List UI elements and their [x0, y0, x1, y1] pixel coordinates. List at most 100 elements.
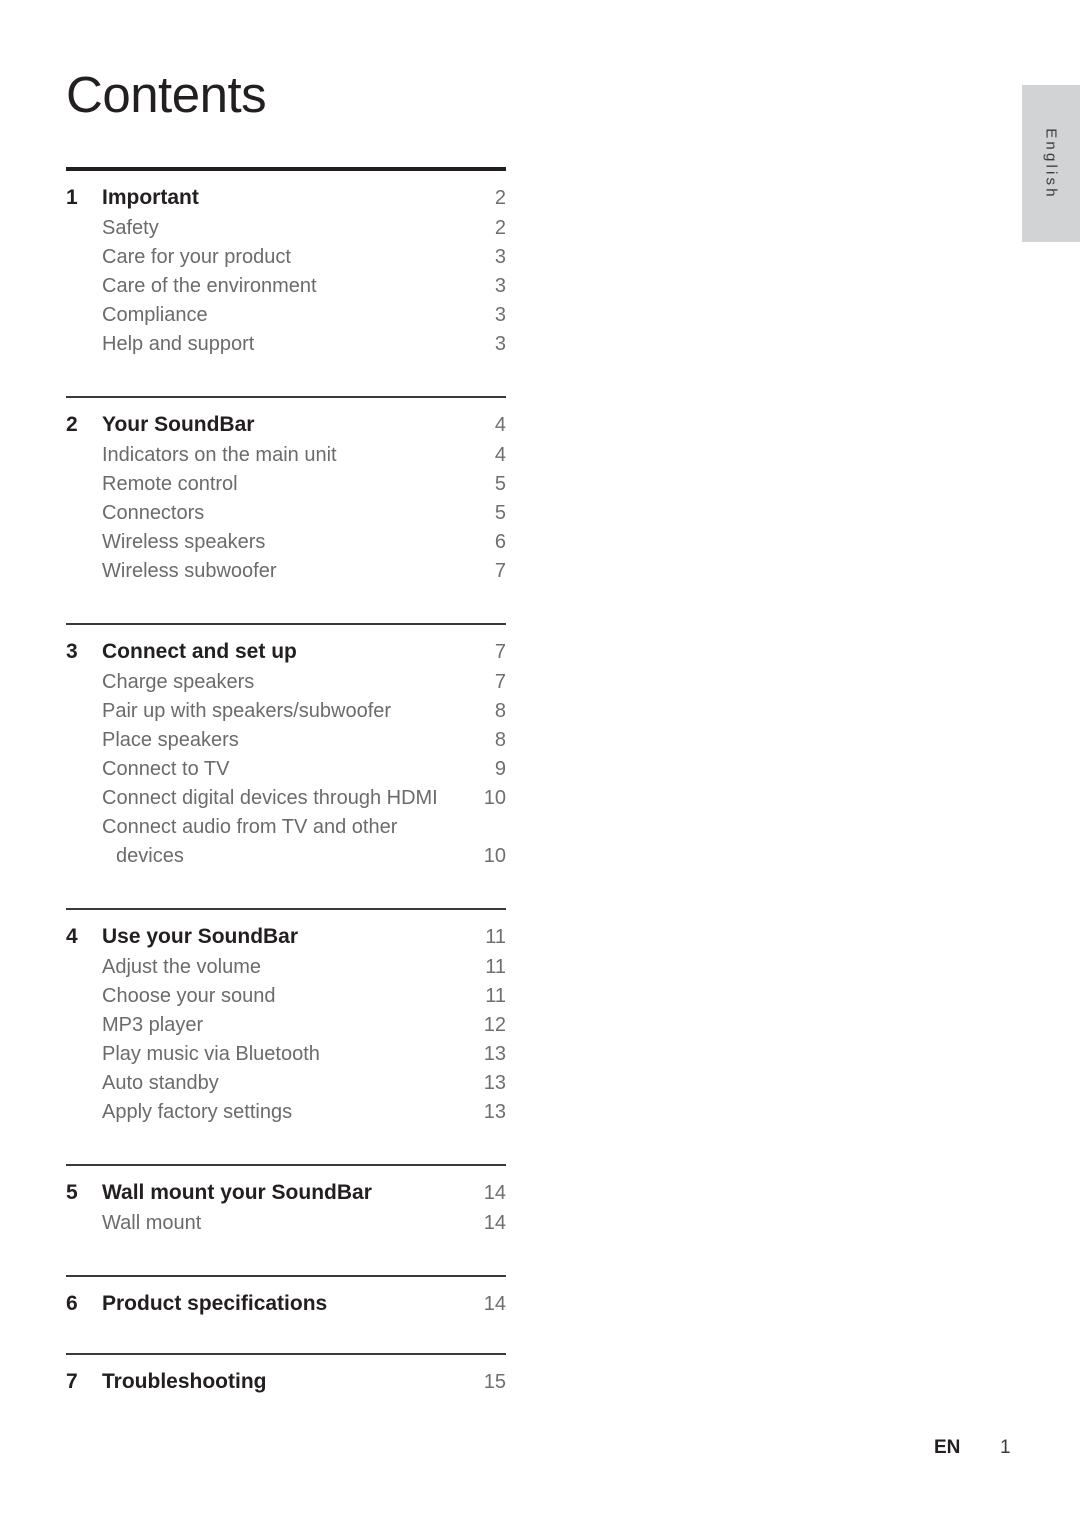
section-divider — [66, 396, 506, 398]
entry-label: Care of the environment — [102, 275, 317, 297]
entry-page-number: 3 — [494, 275, 506, 297]
toc-entry[interactable]: Adjust the volume 11 — [66, 953, 506, 981]
entry-page-number: 9 — [494, 758, 506, 780]
toc-entry[interactable]: Pair up with speakers/subwoofer 8 — [66, 697, 506, 725]
toc-entry[interactable]: Remote control 5 — [66, 470, 506, 498]
entry-label: Indicators on the main unit — [102, 444, 337, 466]
entry-page-number: 13 — [483, 1101, 506, 1123]
toc-entry[interactable]: MP3 player 12 — [66, 1011, 506, 1039]
section-title: Connect and set up — [102, 640, 297, 663]
entry-page-number: 11 — [485, 985, 506, 1007]
toc-section-heading[interactable]: 5 Wall mount your SoundBar 14 — [66, 1178, 506, 1208]
toc-section-heading[interactable]: 4 Use your SoundBar 11 — [66, 922, 506, 952]
language-tab: English — [1022, 85, 1080, 242]
toc-entry[interactable]: Connect to TV 9 — [66, 755, 506, 783]
toc-entry[interactable]: Care for your product 3 — [66, 243, 506, 271]
entry-page-number: 4 — [494, 444, 506, 466]
toc-section-heading[interactable]: 3 Connect and set up 7 — [66, 637, 506, 667]
entry-label: Apply factory settings — [102, 1101, 293, 1123]
section-page-number: 2 — [494, 187, 506, 209]
entry-page-number: 10 — [483, 787, 506, 809]
toc-page: English Contents 1 Important 2 Safety 2 Care … — [0, 0, 1080, 1527]
section-number: 6 — [66, 1292, 78, 1315]
section-title: Product specifications — [102, 1292, 328, 1315]
entry-page-number: 2 — [494, 217, 506, 239]
toc-top-rule — [66, 167, 506, 171]
section-divider — [66, 1275, 506, 1277]
section-number: 5 — [66, 1181, 78, 1204]
entry-label: Adjust the volume — [102, 956, 261, 978]
toc-entry[interactable]: Connectors 5 — [66, 499, 506, 527]
toc-entry[interactable]: Charge speakers 7 — [66, 668, 506, 696]
toc-entry[interactable]: Place speakers 8 — [66, 726, 506, 754]
toc-entry[interactable]: Indicators on the main unit 4 — [66, 441, 506, 469]
toc-entry[interactable]: devices 10 — [66, 842, 506, 870]
section-page-number: 11 — [485, 926, 506, 948]
toc-section: 5 Wall mount your SoundBar 14 Wall mount 14 — [66, 1178, 506, 1237]
section-page-number: 7 — [494, 641, 506, 663]
section-number: 2 — [66, 413, 78, 436]
toc-section-heading[interactable]: 7 Troubleshooting 15 — [66, 1367, 506, 1397]
toc-entry[interactable]: Safety 2 — [66, 214, 506, 242]
section-title: Troubleshooting — [102, 1370, 267, 1393]
toc-section: 6 Product specifications 14 — [66, 1289, 506, 1319]
footer-language-code: EN — [934, 1437, 961, 1458]
toc-entry[interactable]: Wall mount 14 — [66, 1209, 506, 1237]
toc-entry[interactable]: Connect audio from TV and other — [66, 813, 506, 841]
entry-page-number: 13 — [483, 1043, 506, 1065]
entry-label: MP3 player — [102, 1014, 204, 1036]
entry-label: Charge speakers — [102, 671, 255, 693]
toc-entry[interactable]: Connect digital devices through HDMI 10 — [66, 784, 506, 812]
section-number: 7 — [66, 1370, 78, 1393]
section-page-number: 14 — [483, 1182, 506, 1204]
entry-page-number: 13 — [483, 1072, 506, 1094]
entry-page-number: 12 — [483, 1014, 506, 1036]
toc-section: 3 Connect and set up 7 Charge speakers 7 Pair… — [66, 637, 506, 870]
toc-section-heading[interactable]: 6 Product specifications 14 — [66, 1289, 506, 1319]
toc-entry[interactable]: Care of the environment 3 — [66, 272, 506, 300]
toc-section: 7 Troubleshooting 15 — [66, 1367, 506, 1397]
section-title: Important — [102, 186, 199, 209]
section-divider — [66, 1353, 506, 1355]
entry-label: Connectors — [102, 502, 205, 524]
entry-page-number: 5 — [494, 473, 506, 495]
entry-label: Choose your sound — [102, 985, 276, 1007]
section-title: Use your SoundBar — [102, 925, 299, 948]
toc-entry[interactable]: Wireless speakers 6 — [66, 528, 506, 556]
toc-section-heading[interactable]: 1 Important 2 — [66, 183, 506, 213]
toc-entry[interactable]: Auto standby 13 — [66, 1069, 506, 1097]
section-number: 4 — [66, 925, 78, 948]
section-divider — [66, 1164, 506, 1166]
entry-page-number: 8 — [494, 700, 506, 722]
entry-label: Safety — [102, 217, 159, 239]
toc-entry[interactable]: Choose your sound 11 — [66, 982, 506, 1010]
toc-entry[interactable]: Compliance 3 — [66, 301, 506, 329]
section-number: 1 — [66, 186, 78, 209]
entry-label: Wireless speakers — [102, 531, 266, 553]
toc-entry[interactable]: Wireless subwoofer 7 — [66, 557, 506, 585]
toc-entry[interactable]: Play music via Bluetooth 13 — [66, 1040, 506, 1068]
toc-entry[interactable]: Help and support 3 — [66, 330, 506, 358]
section-divider — [66, 623, 506, 625]
entry-label: Pair up with speakers/subwoofer — [102, 700, 392, 722]
entry-label: Place speakers — [102, 729, 239, 751]
entry-label: Help and support — [102, 333, 255, 355]
entry-label: Remote control — [102, 473, 238, 495]
entry-page-number: 14 — [483, 1212, 506, 1234]
section-title: Wall mount your SoundBar — [102, 1181, 372, 1204]
entry-page-number: 3 — [494, 333, 506, 355]
toc-entry[interactable]: Apply factory settings 13 — [66, 1098, 506, 1126]
entry-page-number: 3 — [494, 304, 506, 326]
section-page-number: 15 — [483, 1371, 506, 1393]
entry-label: Connect to TV — [102, 758, 230, 780]
toc-section-heading[interactable]: 2 Your SoundBar 4 — [66, 410, 506, 440]
section-title: Your SoundBar — [102, 413, 255, 436]
entry-label: Connect audio from TV and other — [102, 816, 398, 838]
entry-page-number: 11 — [485, 956, 506, 978]
section-page-number: 14 — [483, 1293, 506, 1315]
table-of-contents: 1 Important 2 Safety 2 Care for your product 3… — [66, 167, 506, 1397]
